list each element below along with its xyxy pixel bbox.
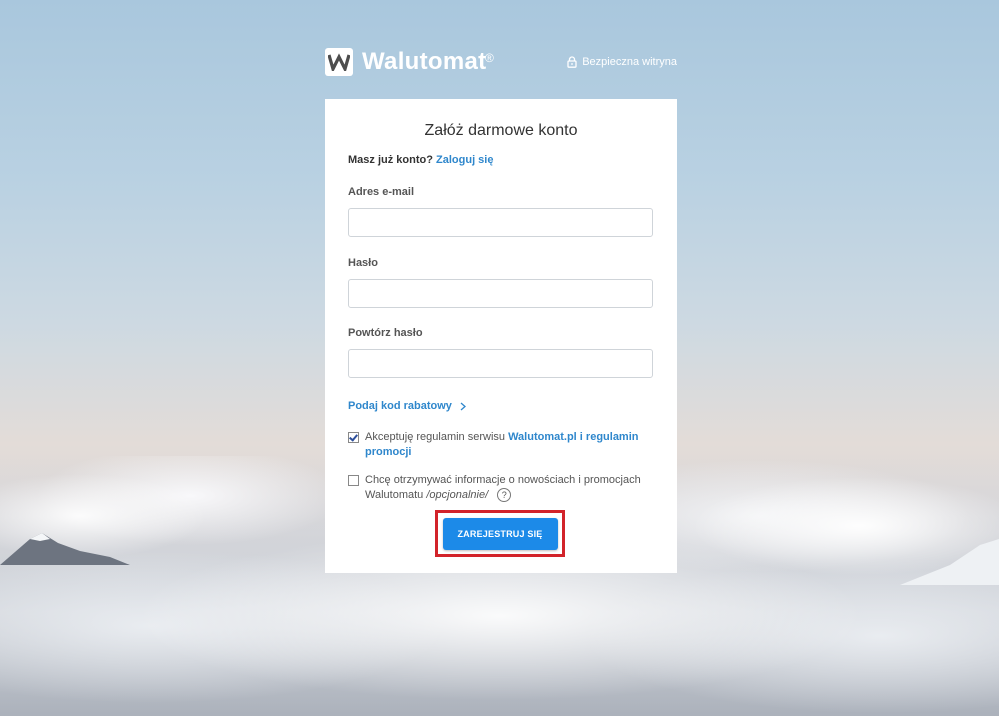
newsletter-checkbox[interactable]	[348, 475, 359, 486]
terms-label: Akceptuję regulamin serwisu	[365, 431, 506, 443]
registration-card: Załóż darmowe konto Masz już konto? Zalo…	[325, 99, 677, 573]
email-label: Adres e-mail	[348, 186, 415, 198]
site-header: Walutomat ® Bezpieczna witryna	[325, 47, 677, 77]
terms-text: Akceptuję regulamin serwisu Walutomat.pl…	[365, 430, 654, 460]
newsletter-row: Chcę otrzymywać informacje o nowościach …	[348, 473, 654, 503]
registered-mark: ®	[485, 51, 494, 65]
service-terms-link[interactable]: Walutomat.pl	[508, 431, 577, 443]
terms-conjunction: i	[579, 431, 583, 443]
promo-code-label: Podaj kod rabatowy	[348, 400, 452, 412]
secure-label: Bezpieczna witryna	[582, 56, 677, 68]
terms-row: Akceptuję regulamin serwisu Walutomat.pl…	[348, 430, 654, 460]
help-icon[interactable]: ?	[497, 488, 512, 503]
login-prompt: Masz już konto? Zaloguj się	[348, 153, 654, 167]
password-field[interactable]	[348, 279, 653, 308]
promo-code-toggle[interactable]: Podaj kod rabatowy	[348, 399, 654, 413]
logo-icon[interactable]	[325, 48, 353, 76]
optional-note: /opcjonalnie/	[426, 489, 489, 501]
mountain-right	[900, 539, 999, 585]
form-title: Załóż darmowe konto	[424, 122, 578, 139]
mountain-left	[0, 533, 130, 565]
logo-text[interactable]: Walutomat	[362, 48, 486, 76]
register-button[interactable]: ZAREJESTRUJ SIĘ	[442, 517, 558, 550]
lock-icon	[567, 56, 577, 68]
email-field[interactable]	[348, 208, 653, 237]
password-label: Hasło	[348, 257, 378, 269]
repeat-password-field[interactable]	[348, 349, 653, 378]
terms-checkbox[interactable]	[348, 432, 359, 443]
submit-highlight: ZAREJESTRUJ SIĘ	[435, 510, 565, 557]
repeat-password-label: Powtórz hasło	[348, 327, 423, 339]
newsletter-text: Chcę otrzymywać informacje o nowościach …	[365, 473, 654, 503]
login-link[interactable]: Zaloguj się	[436, 154, 493, 166]
chevron-right-icon	[460, 402, 466, 410]
have-account-text: Masz już konto?	[348, 154, 433, 166]
secure-site-indicator: Bezpieczna witryna	[567, 55, 677, 69]
